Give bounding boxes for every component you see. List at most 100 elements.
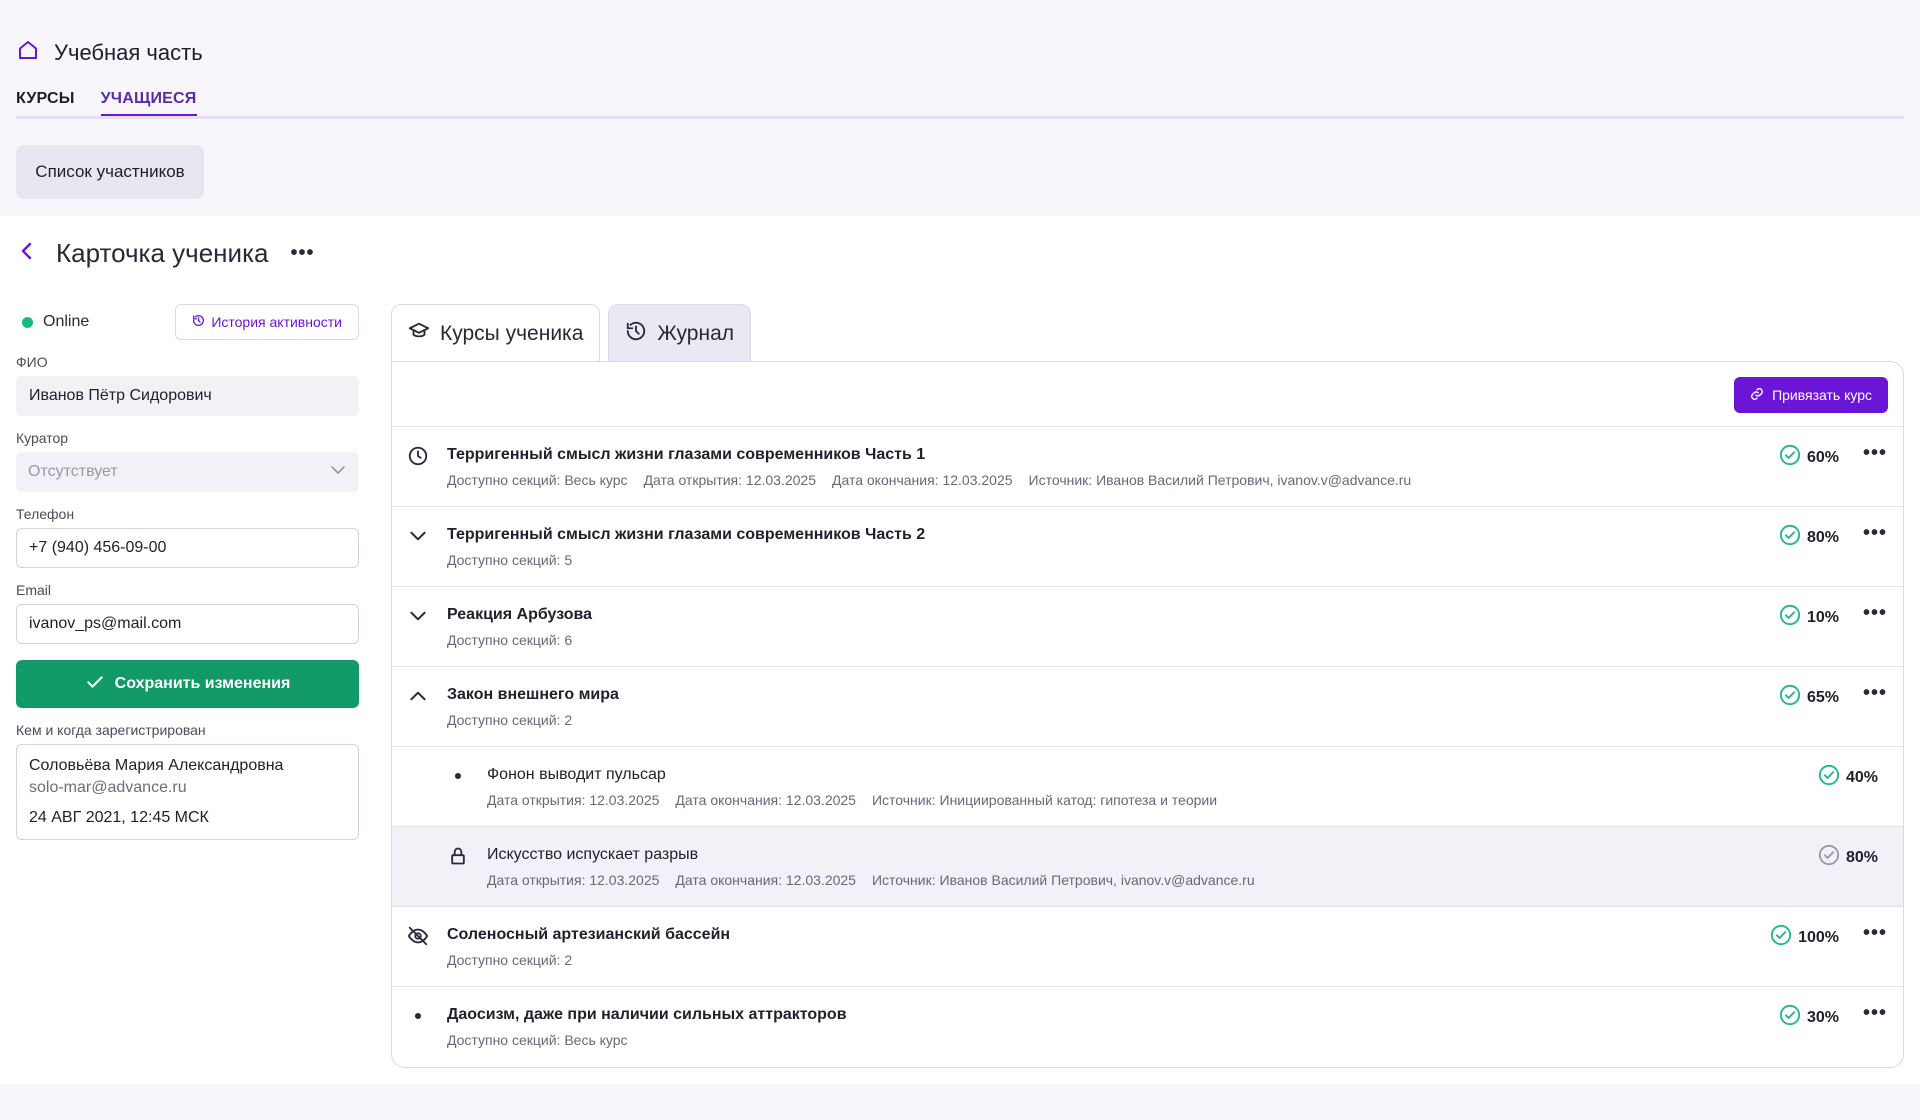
progress-badge: 100%: [1770, 924, 1839, 951]
bind-course-button[interactable]: Привязать курс: [1734, 377, 1888, 413]
course-row[interactable]: Даосизм, даже при наличии сильных аттрак…: [392, 987, 1903, 1067]
course-row[interactable]: Закон внешнего мира Доступно секций: 2 65%…: [392, 667, 1903, 747]
activity-history-label: История активности: [211, 314, 342, 330]
progress-value: 80%: [1845, 848, 1878, 866]
check-circle-icon: [1779, 444, 1801, 471]
subsection-row[interactable]: Фонон выводит пульсар Дата открытия: 12.0…: [392, 747, 1903, 827]
row-more-button[interactable]: •••: [1863, 602, 1887, 625]
course-meta-item: Дата окончания: 12.03.2025: [675, 872, 856, 888]
chevron-up-icon[interactable]: [406, 684, 430, 708]
home-icon[interactable]: [16, 38, 40, 67]
course-meta: Доступно секций: Весь курс: [447, 1032, 628, 1048]
course-meta: Доступно секций: 2: [447, 712, 572, 728]
course-meta-item: Дата окончания: 12.03.2025: [831, 472, 1013, 488]
save-button[interactable]: Сохранить изменения: [16, 660, 359, 708]
tab-journal-label: Журнал: [657, 321, 735, 345]
course-row[interactable]: Терригенный смысл жизни глазами современ…: [392, 427, 1903, 507]
course-meta: Доступно секций: 2: [447, 952, 572, 968]
curator-select[interactable]: Отсутствует: [16, 452, 359, 492]
footer-area: [0, 1084, 1920, 1120]
online-dot-icon: [22, 316, 33, 328]
row-more-button[interactable]: •••: [1863, 682, 1887, 705]
progress-value: 10%: [1806, 608, 1839, 626]
course-list: Терригенный смысл жизни глазами современ…: [392, 427, 1903, 1067]
subsection-row[interactable]: Искусство испускает разрыв Дата открытия:…: [392, 827, 1903, 907]
participants-list-button[interactable]: Список участников: [16, 145, 204, 199]
progress-value: 30%: [1806, 1008, 1839, 1026]
course-meta-item: Доступно секций: Весь курс: [447, 1032, 628, 1048]
check-icon: [85, 672, 105, 697]
course-row[interactable]: Реакция Арбузова Доступно секций: 6 10% •••: [392, 587, 1903, 667]
course-row[interactable]: Терригенный смысл жизни глазами современ…: [392, 507, 1903, 587]
tab-students[interactable]: УЧАЩИЕСЯ: [100, 90, 197, 117]
bullet-icon[interactable]: [446, 764, 470, 788]
profile-form: Online История активности ФИО Иванов Пёт…: [16, 304, 359, 840]
row-more-button[interactable]: •••: [1863, 442, 1887, 465]
check-circle-icon: [1770, 924, 1792, 951]
progress-badge: 10%: [1779, 604, 1839, 631]
course-meta-item: Доступно секций: 2: [447, 712, 573, 728]
registered-name: Соловьёва Мария Александровна: [29, 757, 284, 774]
check-circle-icon: [1818, 764, 1840, 791]
check-circle-icon: [1779, 524, 1801, 551]
course-meta-item: Источник: Иванов Василий Петрович, ivano…: [871, 872, 1255, 888]
curator-label: Куратор: [16, 430, 69, 446]
eye-off-icon[interactable]: [406, 924, 430, 948]
bullet-icon[interactable]: [406, 1004, 430, 1028]
progress-badge: 40%: [1818, 764, 1878, 791]
course-meta: Доступно секций: 5: [447, 552, 572, 568]
progress-badge: 30%: [1779, 1004, 1839, 1031]
row-more-button[interactable]: •••: [1863, 1002, 1887, 1025]
graduation-cap-icon: [408, 320, 430, 348]
clock-icon[interactable]: [406, 444, 430, 468]
student-tabs: Курсы ученика Журнал: [391, 304, 752, 362]
course-title: Терригенный смысл жизни глазами современ…: [447, 526, 926, 543]
email-field[interactable]: ivanov_ps@mail.com: [16, 604, 359, 644]
card-header: Карточка ученика •••: [20, 238, 314, 269]
fio-field[interactable]: Иванов Пётр Сидорович: [16, 376, 359, 416]
chevron-down-icon[interactable]: [406, 604, 430, 628]
course-meta-item: Дата окончания: 12.03.2025: [675, 792, 856, 808]
tab-student-courses-label: Курсы ученика: [440, 321, 584, 345]
course-meta-item: Доступно секций: 6: [447, 632, 573, 648]
email-label: Email: [16, 582, 52, 598]
phone-label: Телефон: [16, 506, 75, 522]
activity-history-button[interactable]: История активности: [175, 304, 359, 340]
course-meta-item: Дата открытия: 12.03.2025: [487, 792, 660, 808]
course-title: Соленосный артезианский бассейн: [447, 926, 731, 943]
course-row[interactable]: Соленосный артезианский бассейн Доступно …: [392, 907, 1903, 987]
app-title: Учебная часть: [54, 39, 203, 65]
history-icon: [625, 320, 647, 348]
registered-email: solo-mar@advance.ru: [29, 779, 187, 796]
row-more-button[interactable]: •••: [1863, 522, 1887, 545]
chevron-down-icon[interactable]: [406, 524, 430, 548]
course-meta-item: Дата открытия: 12.03.2025: [643, 472, 816, 488]
app-header: Учебная часть: [16, 38, 203, 67]
tab-journal[interactable]: Журнал: [608, 304, 752, 362]
row-more-button[interactable]: •••: [1863, 922, 1887, 945]
course-meta: Доступно секций: 6: [447, 632, 572, 648]
course-meta-item: Доступно секций: Весь курс: [447, 472, 628, 488]
progress-badge: 80%: [1779, 524, 1839, 551]
registered-label: Кем и когда зарегистрирован: [16, 722, 206, 738]
phone-field[interactable]: +7 (940) 456-09-00: [16, 528, 359, 568]
course-meta-item: Доступно секций: 5: [447, 552, 573, 568]
progress-value: 65%: [1806, 688, 1839, 706]
course-title: Фонон выводит пульсар: [487, 766, 666, 783]
progress-value: 100%: [1798, 928, 1839, 946]
course-meta: Дата открытия: 12.03.2025 Дата окончания:…: [487, 792, 1217, 808]
lock-icon[interactable]: [446, 844, 470, 868]
link-icon: [1750, 387, 1764, 404]
curator-value: Отсутствует: [28, 463, 118, 480]
back-icon[interactable]: [20, 241, 34, 266]
course-meta-item: Источник: Иванов Василий Петрович, ivano…: [1028, 472, 1412, 488]
tab-courses[interactable]: КУРСЫ: [16, 90, 75, 117]
tabs-divider: [16, 116, 1904, 119]
main-tabs: КУРСЫ УЧАЩИЕСЯ: [16, 90, 197, 117]
check-circle-icon: [1779, 1004, 1801, 1031]
tab-student-courses[interactable]: Курсы ученика: [391, 304, 601, 362]
course-meta-item: Доступно секций: 2: [447, 952, 573, 968]
card-more-button[interactable]: •••: [290, 242, 314, 265]
progress-badge: 65%: [1779, 684, 1839, 711]
history-icon: [192, 314, 205, 330]
